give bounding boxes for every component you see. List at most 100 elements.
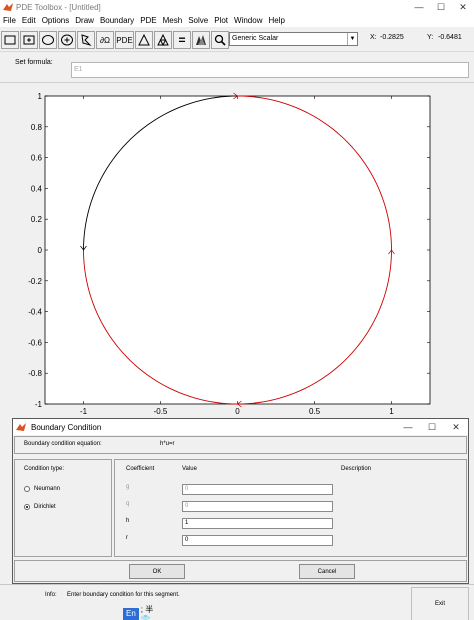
set-formula-label: Set formula: <box>15 59 53 66</box>
y-tick-label: -0.4 <box>28 308 42 317</box>
dialog-close-button[interactable]: ✕ <box>444 419 468 435</box>
application-select[interactable]: Generic Scalar ▼ <box>229 32 358 46</box>
equation-label: Boundary condition equation: <box>24 441 102 447</box>
plot-axes-box <box>44 95 431 405</box>
coef-r-input[interactable]: 0 <box>182 535 333 546</box>
geometry-plot[interactable]: -1 -0.5 0 0.5 1 1 0.8 0.6 0.4 0.2 0 -0.2 -0.4 -0.6 -0.… <box>0 84 474 424</box>
draw-rectangle-center-button[interactable] <box>20 31 38 49</box>
ok-button[interactable]: OK <box>129 564 185 579</box>
menu-bar: File Edit Options Draw Boundary PDE Mesh… <box>0 14 474 27</box>
dialog-maximize-button[interactable]: ☐ <box>420 419 444 435</box>
x-tick-label: 0 <box>235 407 240 416</box>
dirichlet-option[interactable]: Dirichlet <box>24 504 56 510</box>
status-bar: Info: Enter boundary condition for this … <box>0 584 474 620</box>
x-tick-label: 0.5 <box>309 407 321 416</box>
x-tick-label: -0.5 <box>154 407 168 416</box>
ellipse-icon <box>42 35 54 45</box>
mesh-init-icon <box>138 33 150 46</box>
draw-rectangle-button[interactable] <box>1 31 19 49</box>
draw-ellipse-button[interactable] <box>39 31 57 49</box>
neumann-label: Neumann <box>34 486 61 492</box>
menu-boundary[interactable]: Boundary <box>100 16 134 25</box>
pde-spec-button[interactable]: PDE <box>115 31 134 49</box>
y-tick-label: -0.6 <box>28 338 42 347</box>
x-tick-label: 1 <box>389 407 394 416</box>
dialog-window-controls: — ☐ ✕ <box>396 419 468 433</box>
y-tick-label: 0.2 <box>31 215 43 224</box>
equation-row: Boundary condition equation: h*u=r <box>14 436 467 454</box>
mesh-refine-icon <box>157 33 169 47</box>
coefficient-panel: Coefficient Value Description g 0 q 0 h … <box>114 459 467 557</box>
y-tick-label: 1 <box>38 92 43 101</box>
ime-status: ; 半 👕 <box>140 605 154 620</box>
matlab-app-icon <box>16 423 26 431</box>
plot-icon <box>196 35 206 45</box>
rectangle-center-icon <box>23 35 35 45</box>
title-bar: PDE Toolbox - [Untitled] — ☐ ✕ <box>0 0 474 14</box>
matlab-app-icon <box>3 3 13 11</box>
x-coord-value: -0.2825 <box>380 34 404 41</box>
description-header: Description <box>341 466 372 472</box>
application-select-value: Generic Scalar <box>232 35 279 42</box>
refine-mesh-button[interactable] <box>154 31 172 49</box>
draw-polygon-button[interactable] <box>77 31 95 49</box>
coef-g-label: g <box>126 484 130 490</box>
y-tick-label: 0.6 <box>31 154 43 163</box>
menu-options[interactable]: Options <box>42 16 70 25</box>
menu-pde[interactable]: PDE <box>140 16 156 25</box>
menu-window[interactable]: Window <box>234 16 262 25</box>
radio-icon <box>24 486 30 492</box>
dialog-title-bar: Boundary Condition — ☐ ✕ <box>13 419 468 435</box>
menu-edit[interactable]: Edit <box>22 16 36 25</box>
exit-button[interactable]: Exit <box>411 587 469 620</box>
minimize-button[interactable]: — <box>408 0 430 14</box>
y-tick-label: 0.4 <box>31 184 43 193</box>
coef-q-label: q <box>126 501 130 507</box>
chevron-down-icon: ▼ <box>347 33 357 45</box>
condition-type-label: Condition type: <box>24 466 65 472</box>
cancel-button[interactable]: Cancel <box>299 564 355 579</box>
zoom-button[interactable] <box>211 31 229 49</box>
neumann-option[interactable]: Neumann <box>24 486 60 492</box>
y-tick-label: -0.8 <box>28 369 42 378</box>
coef-h-input[interactable]: 1 <box>182 518 333 529</box>
coef-r-label: r <box>126 535 128 541</box>
x-tick-label: -1 <box>80 407 88 416</box>
y-coord-value: -0.6481 <box>438 34 462 41</box>
plot-area[interactable]: -1 -0.5 0 0.5 1 1 0.8 0.6 0.4 0.2 0 -0.2 -0.4 -0.6 -0.… <box>0 84 474 424</box>
toolbar: ∂Ω PDE = Generic Scalar ▼ X: -0.2825 Y: … <box>0 28 474 52</box>
set-formula-input[interactable]: E1 <box>71 62 469 78</box>
maximize-button[interactable]: ☐ <box>430 0 452 14</box>
value-header: Value <box>182 466 197 472</box>
menu-plot[interactable]: Plot <box>214 16 228 25</box>
draw-ellipse-center-button[interactable] <box>58 31 76 49</box>
dirichlet-label: Dirichlet <box>34 504 56 510</box>
coef-q-input: 0 <box>182 501 333 512</box>
menu-help[interactable]: Help <box>268 16 284 25</box>
coef-g-input: 0 <box>182 484 333 495</box>
menu-mesh[interactable]: Mesh <box>163 16 183 25</box>
equation-value: h*u=r <box>160 441 175 447</box>
dialog-minimize-button[interactable]: — <box>396 419 420 435</box>
init-mesh-button[interactable] <box>135 31 153 49</box>
ime-indicator[interactable]: En ; 半 👕 <box>123 605 163 620</box>
boundary-condition-dialog: Boundary Condition — ☐ ✕ Boundary condit… <box>12 418 469 584</box>
menu-draw[interactable]: Draw <box>75 16 94 25</box>
rectangle-icon <box>4 35 16 45</box>
condition-type-panel: Condition type: Neumann Dirichlet <box>14 459 112 557</box>
coefficient-header: Coefficient <box>126 466 155 472</box>
pde-spec-label: PDE <box>116 35 133 45</box>
y-tick-label: 0.8 <box>31 123 43 132</box>
radio-selected-icon <box>24 504 30 510</box>
menu-solve[interactable]: Solve <box>188 16 208 25</box>
window-controls: — ☐ ✕ <box>408 0 474 14</box>
window-title: PDE Toolbox - [Untitled] <box>16 2 101 12</box>
solve-icon: = <box>178 33 186 47</box>
boundary-mode-button[interactable]: ∂Ω <box>96 31 114 49</box>
y-tick-label: -1 <box>35 400 43 409</box>
close-button[interactable]: ✕ <box>452 0 474 14</box>
solve-button[interactable]: = <box>173 31 191 49</box>
plot-solution-button[interactable] <box>192 31 210 49</box>
menu-file[interactable]: File <box>3 16 16 25</box>
polygon-icon <box>81 34 92 47</box>
